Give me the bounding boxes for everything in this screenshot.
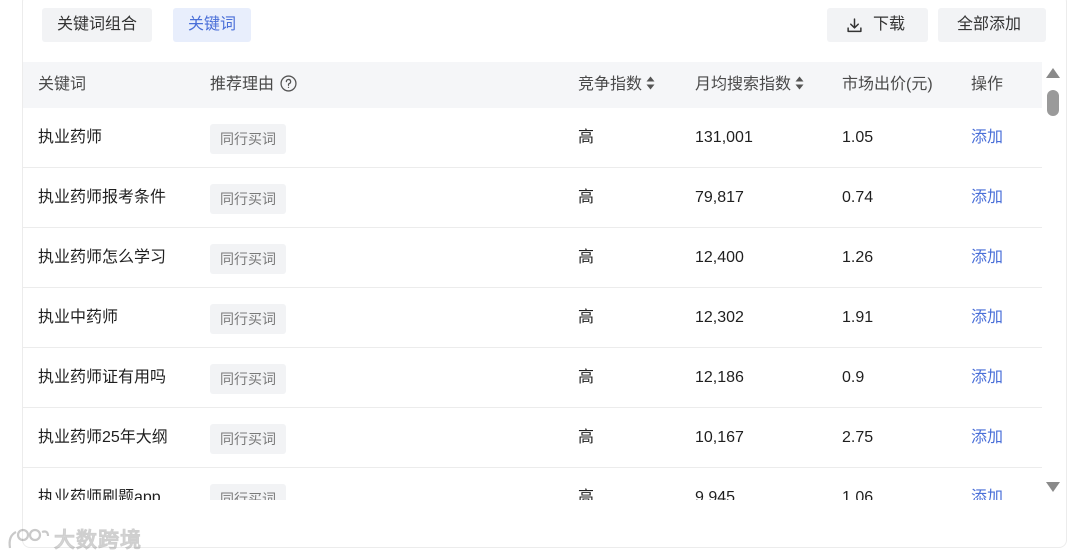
competition-cell: 高 bbox=[578, 309, 595, 326]
download-button[interactable]: 下载 bbox=[827, 8, 928, 42]
price-cell: 1.05 bbox=[842, 129, 874, 146]
scrollbar-thumb[interactable] bbox=[1047, 90, 1059, 116]
add-all-button[interactable]: 全部添加 bbox=[938, 8, 1046, 42]
volume-cell: 12,400 bbox=[695, 249, 744, 266]
scroll-up-arrow-icon[interactable] bbox=[1046, 68, 1060, 78]
volume-cell: 9,945 bbox=[695, 489, 736, 500]
column-header-volume[interactable]: 月均搜索指数 bbox=[695, 62, 804, 108]
reason-tag: 同行买词 bbox=[210, 364, 286, 394]
sort-caret-icon[interactable] bbox=[646, 76, 655, 90]
add-link[interactable]: 添加 bbox=[971, 348, 1003, 408]
download-icon bbox=[847, 17, 862, 32]
tab-keyword[interactable]: 关键词 bbox=[173, 8, 252, 42]
competition-cell: 高 bbox=[578, 369, 595, 386]
reason-tag: 同行买词 bbox=[210, 424, 286, 454]
watermark-text: 大数跨境 bbox=[54, 529, 142, 553]
add-link[interactable]: 添加 bbox=[971, 168, 1003, 228]
column-header-competition-label: 竞争指数 bbox=[578, 76, 643, 93]
column-header-keyword: 关键词 bbox=[38, 76, 87, 93]
vertical-scrollbar[interactable] bbox=[1045, 62, 1061, 500]
sort-caret-icon[interactable] bbox=[795, 76, 804, 90]
reason-tag: 同行买词 bbox=[210, 484, 286, 500]
reason-tag: 同行买词 bbox=[210, 244, 286, 274]
table-header: 关键词 推荐理由 竞争指数 月均搜索指数 市场出价(元) 操作 bbox=[23, 62, 1042, 108]
price-cell: 1.26 bbox=[842, 249, 874, 266]
competition-cell: 高 bbox=[578, 129, 595, 146]
volume-cell: 12,186 bbox=[695, 369, 744, 386]
keyword-cell: 执业药师报考条件 bbox=[38, 189, 167, 206]
watermark: 大数跨境 bbox=[6, 524, 142, 554]
question-circle-icon[interactable] bbox=[280, 75, 297, 92]
reason-tag: 同行买词 bbox=[210, 184, 286, 214]
tab-keyword-combination[interactable]: 关键词组合 bbox=[42, 8, 153, 42]
add-link[interactable]: 添加 bbox=[971, 108, 1003, 168]
column-header-reason-label: 推荐理由 bbox=[210, 76, 275, 93]
keyword-cell: 执业药师25年大纲 bbox=[38, 429, 168, 446]
volume-cell: 12,302 bbox=[695, 309, 744, 326]
scroll-down-arrow-icon[interactable] bbox=[1046, 482, 1060, 492]
keyword-cell: 执业药师证有用吗 bbox=[38, 369, 167, 386]
keyword-cell: 执业药师刷题app bbox=[38, 489, 161, 500]
price-cell: 1.91 bbox=[842, 309, 874, 326]
competition-cell: 高 bbox=[578, 489, 595, 500]
table-row: 执业药师25年大纲 同行买词 高 10,167 2.75 添加 bbox=[23, 408, 1042, 468]
price-cell: 2.75 bbox=[842, 429, 874, 446]
price-cell: 0.74 bbox=[842, 189, 874, 206]
keyword-cell: 执业药师怎么学习 bbox=[38, 249, 167, 266]
volume-cell: 10,167 bbox=[695, 429, 744, 446]
competition-cell: 高 bbox=[578, 249, 595, 266]
watermark-logo-icon bbox=[8, 528, 50, 549]
table-row: 执业中药师 同行买词 高 12,302 1.91 添加 bbox=[23, 288, 1042, 348]
volume-cell: 79,817 bbox=[695, 189, 744, 206]
add-link[interactable]: 添加 bbox=[971, 468, 1003, 500]
reason-tag: 同行买词 bbox=[210, 124, 286, 154]
competition-cell: 高 bbox=[578, 189, 595, 206]
table-row: 执业药师刷题app 同行买词 高 9,945 1.06 添加 bbox=[23, 468, 1042, 500]
table-row: 执业药师 同行买词 高 131,001 1.05 添加 bbox=[23, 108, 1042, 168]
column-header-price: 市场出价(元) bbox=[842, 76, 933, 93]
keyword-cell: 执业中药师 bbox=[38, 309, 119, 326]
add-link[interactable]: 添加 bbox=[971, 288, 1003, 348]
volume-cell: 131,001 bbox=[695, 129, 753, 146]
competition-cell: 高 bbox=[578, 429, 595, 446]
table-body: 执业药师 同行买词 高 131,001 1.05 添加 执业药师报考条件 同行买… bbox=[23, 108, 1042, 500]
add-link[interactable]: 添加 bbox=[971, 228, 1003, 288]
keyword-cell: 执业药师 bbox=[38, 129, 103, 146]
column-header-volume-label: 月均搜索指数 bbox=[695, 76, 792, 93]
reason-tag: 同行买词 bbox=[210, 304, 286, 334]
column-header-reason: 推荐理由 bbox=[210, 62, 297, 108]
add-link[interactable]: 添加 bbox=[971, 408, 1003, 468]
download-label: 下载 bbox=[873, 16, 906, 33]
column-header-competition[interactable]: 竞争指数 bbox=[578, 62, 655, 108]
column-header-action: 操作 bbox=[971, 76, 1004, 93]
price-cell: 0.9 bbox=[842, 369, 865, 386]
table-row: 执业药师怎么学习 同行买词 高 12,400 1.26 添加 bbox=[23, 228, 1042, 288]
price-cell: 1.06 bbox=[842, 489, 874, 500]
table-row: 执业药师报考条件 同行买词 高 79,817 0.74 添加 bbox=[23, 168, 1042, 228]
table-row: 执业药师证有用吗 同行买词 高 12,186 0.9 添加 bbox=[23, 348, 1042, 408]
